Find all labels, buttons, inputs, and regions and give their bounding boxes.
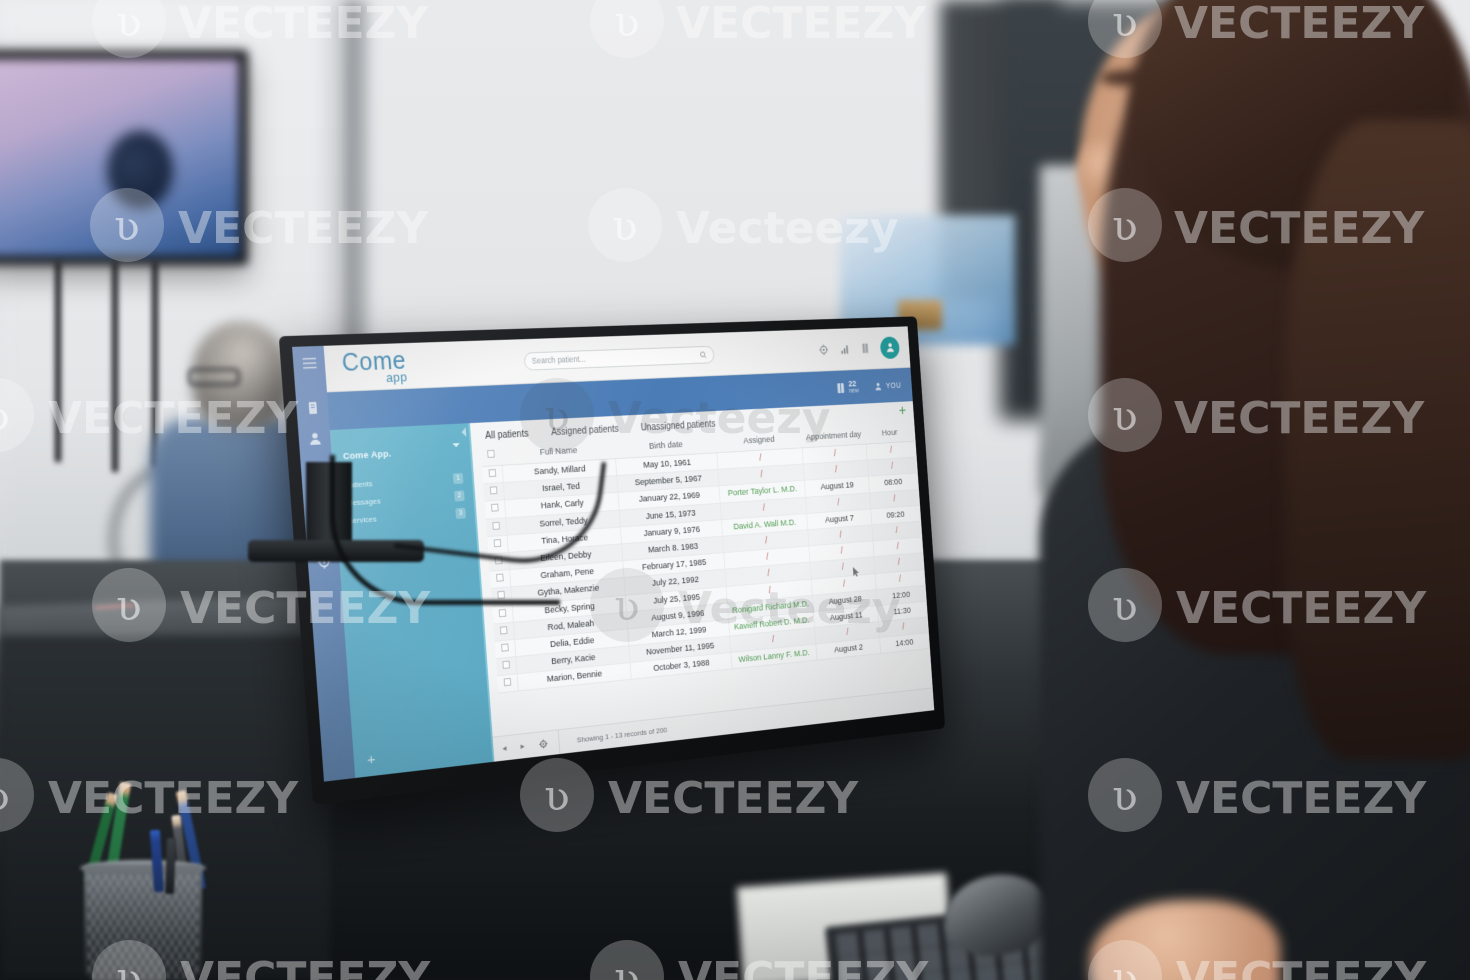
topbar-icons <box>817 335 901 361</box>
search-placeholder: Search patient... <box>531 354 586 366</box>
book-icon <box>837 382 845 394</box>
receptionist-hair-length <box>1285 120 1470 760</box>
wall-tv <box>0 50 248 265</box>
tv-image-blob <box>107 131 173 209</box>
document-icon[interactable] <box>304 400 320 417</box>
mouse-cursor <box>852 565 860 577</box>
row-select-cell <box>497 674 518 694</box>
tab-all-patients[interactable]: All patients <box>485 429 529 442</box>
row-checkbox[interactable] <box>498 608 507 617</box>
bar-chart-icon[interactable] <box>839 343 851 356</box>
row-select-cell <box>494 639 516 659</box>
app-logo[interactable]: Come app <box>341 347 408 385</box>
table-settings-gear-icon[interactable] <box>538 738 548 750</box>
tab-unassigned-patients[interactable]: Unassigned patients <box>640 419 715 433</box>
prev-page-button[interactable]: ◂ <box>502 743 507 754</box>
cell-hour: 14:00 <box>879 632 929 654</box>
pencil-cup-mesh <box>87 875 199 980</box>
search-icon <box>699 350 707 359</box>
current-user-label: YOU <box>885 380 902 391</box>
search-area: Search patient... <box>418 342 808 374</box>
row-checkbox[interactable] <box>502 660 510 670</box>
row-select-cell <box>492 604 513 624</box>
messages-badge[interactable]: 22 new <box>836 379 860 395</box>
row-select-cell <box>495 656 517 677</box>
row-select-cell <box>493 621 515 642</box>
add-patient-button[interactable]: + <box>898 403 906 418</box>
side-panel-add-button[interactable]: + <box>367 751 376 769</box>
photo-scene: Come app Search patient... 22 new YOU Co… <box>0 0 1470 980</box>
current-user[interactable]: YOU <box>873 379 901 392</box>
search-input[interactable]: Search patient... <box>523 345 715 371</box>
next-page-button[interactable]: ▸ <box>520 741 525 752</box>
row-checkbox[interactable] <box>499 625 508 635</box>
person-icon <box>875 382 882 390</box>
hamburger-menu-icon[interactable] <box>301 355 317 371</box>
book-icon[interactable] <box>859 342 871 355</box>
collapse-panel-icon[interactable] <box>461 427 467 438</box>
seated-patient-glasses <box>188 368 240 386</box>
pencil-cup <box>84 865 202 980</box>
messages-badge-stack: 22 new <box>848 379 860 395</box>
avatar[interactable] <box>879 335 901 359</box>
tv-stand-pole-1 <box>55 262 61 462</box>
messages-label: new <box>848 387 860 395</box>
tv-stand-pole-2 <box>112 262 118 472</box>
pagination-controls: ◂ ▸ <box>501 730 561 761</box>
tab-assigned-patients[interactable]: Assigned patients <box>551 424 619 438</box>
gear-icon[interactable] <box>818 343 830 356</box>
row-checkbox[interactable] <box>503 678 512 687</box>
person-icon[interactable] <box>306 430 322 447</box>
records-showing-label: Showing 1 - 13 records of 200 <box>576 725 668 745</box>
row-checkbox[interactable] <box>500 643 509 652</box>
